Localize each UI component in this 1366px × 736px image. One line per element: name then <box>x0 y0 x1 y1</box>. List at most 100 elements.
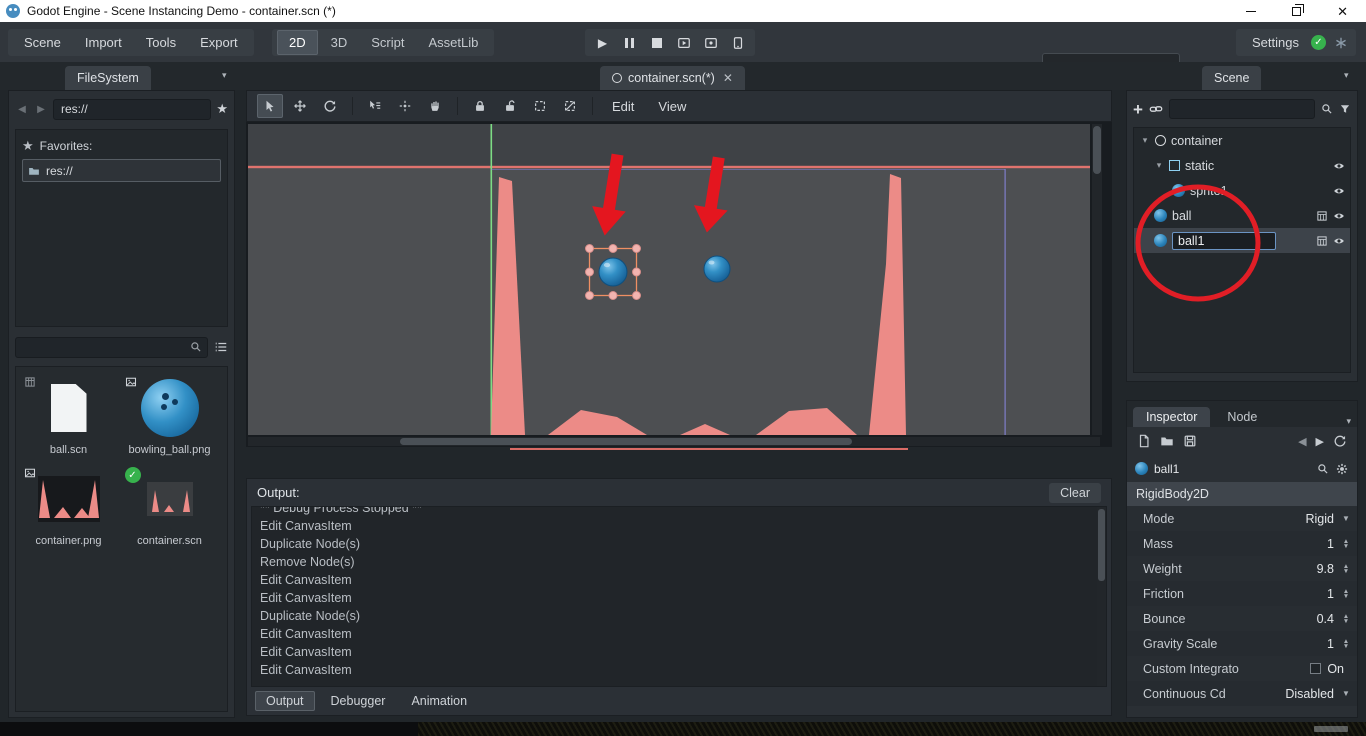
tab-node[interactable]: Node <box>1214 407 1270 427</box>
ungroup-icon[interactable] <box>557 94 583 118</box>
canvas-menu-edit[interactable]: Edit <box>602 99 644 114</box>
load-resource-icon[interactable] <box>1160 434 1174 448</box>
property-row-bounce[interactable]: Bounce 0.4 ▲ ▼ <box>1127 606 1357 631</box>
add-node-icon[interactable]: + <box>1133 101 1143 118</box>
gear-icon[interactable] <box>1335 462 1349 476</box>
menu-import[interactable]: Import <box>73 29 134 56</box>
instance-options-icon[interactable] <box>1316 235 1328 247</box>
spinbox-arrows-icon[interactable]: ▲ ▼ <box>1341 638 1351 650</box>
history-back-icon[interactable]: ◀ <box>15 104 29 115</box>
clear-button[interactable]: Clear <box>1049 482 1101 503</box>
tab-scene-dock[interactable]: Scene <box>1202 66 1262 90</box>
filesystem-dock-menu-icon[interactable]: ▾ <box>222 70 227 81</box>
tab-inspector[interactable]: Inspector <box>1133 407 1211 427</box>
history-back-icon[interactable]: ◀ <box>1298 435 1306 448</box>
checkbox-icon[interactable] <box>1310 663 1322 674</box>
tree-row-ball[interactable]: ball <box>1134 203 1350 228</box>
hscroll-thumb[interactable] <box>400 438 852 445</box>
tab-assetlib[interactable]: AssetLib <box>417 31 489 54</box>
pause-icon[interactable] <box>616 31 643 54</box>
spinbox-arrows-icon[interactable]: ▲ ▼ <box>1341 538 1351 550</box>
collapse-icon[interactable]: ▾ <box>1140 135 1150 146</box>
property-row-custom-integrator[interactable]: Custom Integrato On <box>1127 656 1357 681</box>
snap-options-icon[interactable] <box>392 94 418 118</box>
history-forward-icon[interactable]: ▶ <box>1316 435 1324 448</box>
menu-scene[interactable]: Scene <box>12 29 73 56</box>
ball1-sprite[interactable] <box>703 255 731 283</box>
tab-2d[interactable]: 2D <box>277 30 318 55</box>
filter-icon[interactable] <box>1339 103 1351 115</box>
stop-icon[interactable] <box>643 31 670 54</box>
instance-scene-icon[interactable] <box>1149 102 1163 116</box>
node-rename-input[interactable]: ball1 <box>1172 231 1276 250</box>
tab-script[interactable]: Script <box>360 31 415 54</box>
restore-icon[interactable] <box>1292 3 1305 16</box>
inspector-dock-menu-icon[interactable]: ▾ <box>1346 416 1351 427</box>
lock-icon[interactable] <box>467 94 493 118</box>
visibility-eye-icon[interactable] <box>1333 185 1345 197</box>
file-tile-container-png[interactable]: container.png <box>18 462 119 553</box>
favorite-item-res[interactable]: res:// <box>22 159 221 182</box>
save-resource-icon[interactable] <box>1183 434 1197 448</box>
scene-filter-input[interactable] <box>1168 99 1315 119</box>
play-scene-icon[interactable] <box>670 31 697 54</box>
favorite-toggle-icon[interactable]: ★ <box>216 101 228 117</box>
output-scrollbar[interactable] <box>1097 507 1106 686</box>
2d-viewport[interactable] <box>248 124 1090 435</box>
file-tile-ball-scn[interactable]: ball.scn <box>18 371 119 462</box>
group-icon[interactable] <box>527 94 553 118</box>
search-input[interactable] <box>15 336 208 358</box>
rotate-tool-icon[interactable] <box>317 94 343 118</box>
play-icon[interactable]: ▶ <box>589 31 616 54</box>
viewport-vscrollbar[interactable] <box>1092 124 1102 435</box>
tree-row-static[interactable]: ▾ static <box>1134 153 1350 178</box>
property-row-mode[interactable]: Mode Rigid ▼ <box>1127 506 1357 531</box>
property-row-weight[interactable]: Weight 9.8 ▲ ▼ <box>1127 556 1357 581</box>
history-forward-icon[interactable]: ▶ <box>34 104 48 115</box>
instance-options-icon[interactable] <box>1316 210 1328 222</box>
collapse-icon[interactable]: ▾ <box>1154 160 1164 171</box>
dropdown-icon[interactable]: ▼ <box>1341 514 1351 523</box>
tab-scene-file[interactable]: container.scn(*) ✕ <box>600 66 745 90</box>
property-row-gravity-scale[interactable]: Gravity Scale 1 ▲ ▼ <box>1127 631 1357 656</box>
viewport-hscrollbar[interactable] <box>248 437 1100 446</box>
new-resource-icon[interactable] <box>1137 434 1151 448</box>
spinbox-arrows-icon[interactable]: ▲ ▼ <box>1341 588 1351 600</box>
visibility-eye-icon[interactable] <box>1333 235 1345 247</box>
list-select-tool-icon[interactable] <box>362 94 388 118</box>
tab-filesystem[interactable]: FileSystem <box>65 66 151 90</box>
property-row-continuous-cd[interactable]: Continuous Cd Disabled ▼ <box>1127 681 1357 706</box>
tab-debugger[interactable]: Debugger <box>321 692 396 710</box>
ball-sprite-selected[interactable] <box>598 257 628 287</box>
tree-row-ball1[interactable]: ball1 <box>1134 228 1350 253</box>
menu-export[interactable]: Export <box>188 29 250 56</box>
visibility-eye-icon[interactable] <box>1333 210 1345 222</box>
tab-close-icon[interactable]: ✕ <box>723 71 733 85</box>
file-tile-container-scn[interactable]: ✓ container.scn <box>119 462 220 553</box>
tab-animation[interactable]: Animation <box>401 692 477 710</box>
file-tile-bowling-ball-png[interactable]: bowling_ball.png <box>119 371 220 462</box>
pan-tool-icon[interactable] <box>422 94 448 118</box>
unlock-icon[interactable] <box>497 94 523 118</box>
deploy-device-icon[interactable] <box>724 31 751 54</box>
class-header[interactable]: RigidBody2D <box>1127 482 1357 506</box>
spinbox-arrows-icon[interactable]: ▲ ▼ <box>1341 613 1351 625</box>
tab-3d[interactable]: 3D <box>320 31 359 54</box>
search-icon[interactable] <box>1317 463 1329 475</box>
output-scroll-thumb[interactable] <box>1098 509 1105 581</box>
move-tool-icon[interactable] <box>287 94 313 118</box>
list-view-toggle-icon[interactable] <box>214 340 228 354</box>
tree-row-sprite1[interactable]: sprite1 <box>1134 178 1350 203</box>
spinbox-arrows-icon[interactable]: ▲ ▼ <box>1341 563 1351 575</box>
vscroll-thumb[interactable] <box>1093 126 1101 174</box>
history-icon[interactable] <box>1333 434 1347 448</box>
select-tool-icon[interactable] <box>257 94 283 118</box>
visibility-eye-icon[interactable] <box>1333 160 1345 172</box>
play-custom-scene-icon[interactable] <box>697 31 724 54</box>
path-breadcrumb[interactable]: res:// <box>53 98 212 120</box>
property-row-friction[interactable]: Friction 1 ▲ ▼ <box>1127 581 1357 606</box>
search-icon[interactable] <box>1321 103 1333 115</box>
minimize-icon[interactable] <box>1246 10 1257 12</box>
menu-tools[interactable]: Tools <box>134 29 188 56</box>
settings-button[interactable]: Settings <box>1240 29 1311 56</box>
